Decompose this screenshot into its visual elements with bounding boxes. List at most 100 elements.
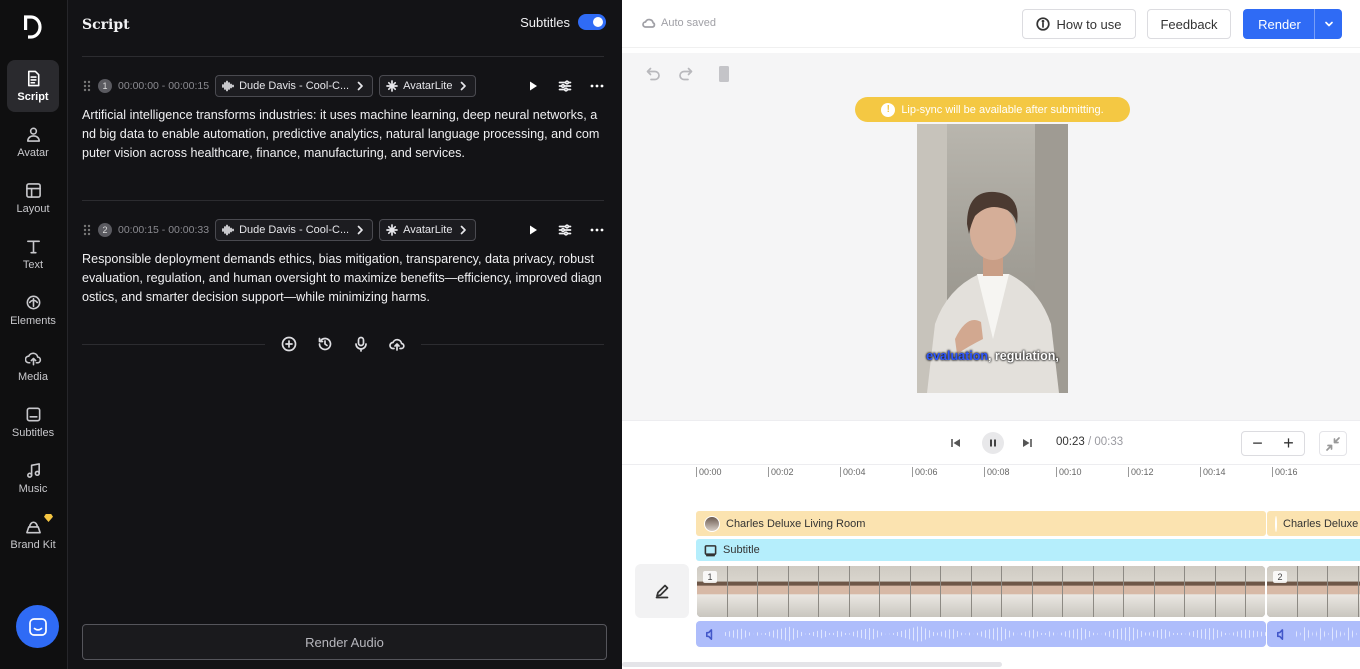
zoom-out-icon[interactable]: − [1252,433,1263,454]
lipsync-warning-banner: ! Lip-sync will be available after submi… [855,97,1130,122]
sidebar-item-music[interactable]: Music [7,452,59,504]
avatar-thumbnail-icon [1275,515,1277,532]
current-time: 00:23 [1056,436,1085,448]
subtitles-toggle[interactable] [578,14,606,30]
voice-icon [1276,628,1284,640]
avatar-model-name: AvatarLite [403,224,453,236]
feedback-button[interactable]: Feedback [1147,9,1231,39]
zoom-in-icon[interactable]: + [1283,433,1294,454]
aspect-ratio-icon[interactable] [715,65,733,83]
segment-header: 1 00:00:00 - 00:00:15 Dude Davis - Cool-… [82,75,604,97]
ruler-tick: 00:02 [768,467,794,477]
chat-icon [28,617,47,636]
subtitle-track-clip[interactable]: Subtitle [696,539,1360,561]
render-audio-button[interactable]: Render Audio [82,624,607,660]
undo-icon[interactable] [644,65,662,83]
sidebar-item-brand-kit[interactable]: Brand Kit [7,508,59,560]
timeline-ruler[interactable]: 00:00 00:02 00:04 00:06 00:08 00:10 00:1… [696,465,1360,479]
upload-cloud-icon[interactable] [389,336,405,352]
how-to-use-label: How to use [1056,16,1122,32]
video-clip-1[interactable]: 1 [697,566,1265,617]
fit-timeline-button[interactable] [1319,431,1347,456]
adjust-settings-icon[interactable] [558,223,572,237]
pause-button[interactable] [982,432,1004,454]
info-icon [1036,17,1051,31]
timeline-zoom-control: − + [1241,431,1305,456]
support-chat-button[interactable] [16,605,59,648]
total-duration: 00:33 [1094,436,1124,448]
audio-waveform [1296,625,1360,643]
clip-number: 1 [703,571,717,583]
chevron-right-icon [461,81,467,91]
segment-script-text[interactable]: Artificial intelligence transforms indus… [82,106,604,163]
more-options-icon[interactable] [590,223,604,237]
sidebar-item-subtitles[interactable]: Subtitles [7,396,59,448]
sidebar-item-script[interactable]: Script [7,60,59,112]
sidebar-item-label: Layout [16,202,50,215]
skip-next-icon[interactable] [1019,435,1035,451]
more-options-icon[interactable] [590,79,604,93]
avatar-model-selector[interactable]: AvatarLite [379,219,477,241]
chevron-right-icon [357,225,363,235]
drag-handle-icon[interactable] [82,223,92,237]
how-to-use-button[interactable]: How to use [1022,9,1136,39]
app-logo-icon[interactable] [22,15,44,39]
timeline-horizontal-scrollbar[interactable] [622,662,1002,667]
subtitles-toggle-label: Subtitles [520,14,570,30]
segment-script-text[interactable]: Responsible deployment demands ethics, b… [82,250,604,307]
microphone-icon[interactable] [353,336,369,352]
video-clip-2[interactable]: 2 [1267,566,1360,617]
adjust-settings-icon[interactable] [558,79,572,93]
voice-selector[interactable]: Dude Davis - Cool-C... [215,219,374,241]
sidebar-item-avatar[interactable]: Avatar [7,116,59,168]
script-icon [27,70,39,86]
avatar-model-name: AvatarLite [403,80,453,92]
chevron-right-icon [461,225,467,235]
segment-time: 00:00:00 - 00:00:15 [118,80,210,92]
sidebar-item-label: Media [18,370,48,383]
warning-text: Lip-sync will be available after submitt… [901,103,1104,116]
ruler-tick: 00:06 [912,467,938,477]
pencil-icon [655,584,669,599]
ruler-tick: 00:00 [696,467,722,477]
ruler-tick: 00:12 [1128,467,1154,477]
brand-kit-icon [25,520,41,533]
audio-track-clip-2[interactable] [1267,621,1360,647]
avatar-model-selector[interactable]: AvatarLite [379,75,477,97]
avatar-track-clip[interactable]: Charles Deluxe Living Room [1267,511,1360,536]
avatar-video-frame[interactable]: evaluation, regulation, [917,124,1068,393]
avatar-track-clip[interactable]: Charles Deluxe Living Room [696,511,1266,536]
redo-icon[interactable] [677,65,695,83]
render-options-dropdown[interactable] [1314,9,1342,39]
voice-selector[interactable]: Dude Davis - Cool-C... [215,75,374,97]
top-bar: Auto saved How to use Feedback Render [622,0,1360,48]
skip-previous-icon[interactable] [948,435,964,451]
sidebar-item-label: Text [22,258,44,271]
sidebar-item-layout[interactable]: Layout [7,172,59,224]
text-icon [26,240,40,253]
add-segment-icon[interactable] [281,336,297,352]
avatar-clip-label: Charles Deluxe Living Room [726,517,866,530]
feedback-label: Feedback [1160,16,1218,32]
sidebar-item-text[interactable]: Text [7,228,59,280]
waveform-icon [222,224,234,236]
audio-track-clip-1[interactable] [696,621,1266,647]
subtitles-toggle-group: Subtitles [520,14,606,30]
history-icon[interactable] [317,336,333,352]
play-icon[interactable] [526,79,540,93]
edit-track-button[interactable] [635,564,689,618]
subtitle-icon [704,544,717,556]
render-button[interactable]: Render [1243,9,1342,39]
collapse-arrows-icon [1326,436,1340,451]
segment-number: 2 [98,223,112,237]
avatar-clip-label: Charles Deluxe Living Room [1283,517,1360,530]
drag-handle-icon[interactable] [82,79,92,93]
sidebar-item-elements[interactable]: Elements [7,284,59,336]
segment-actions [526,79,604,93]
sidebar-item-label: Elements [10,314,56,327]
segment-actions [526,223,604,237]
waveform-icon [222,80,234,92]
sparkle-icon [386,80,398,92]
sidebar-item-media[interactable]: Media [7,340,59,392]
play-icon[interactable] [526,223,540,237]
